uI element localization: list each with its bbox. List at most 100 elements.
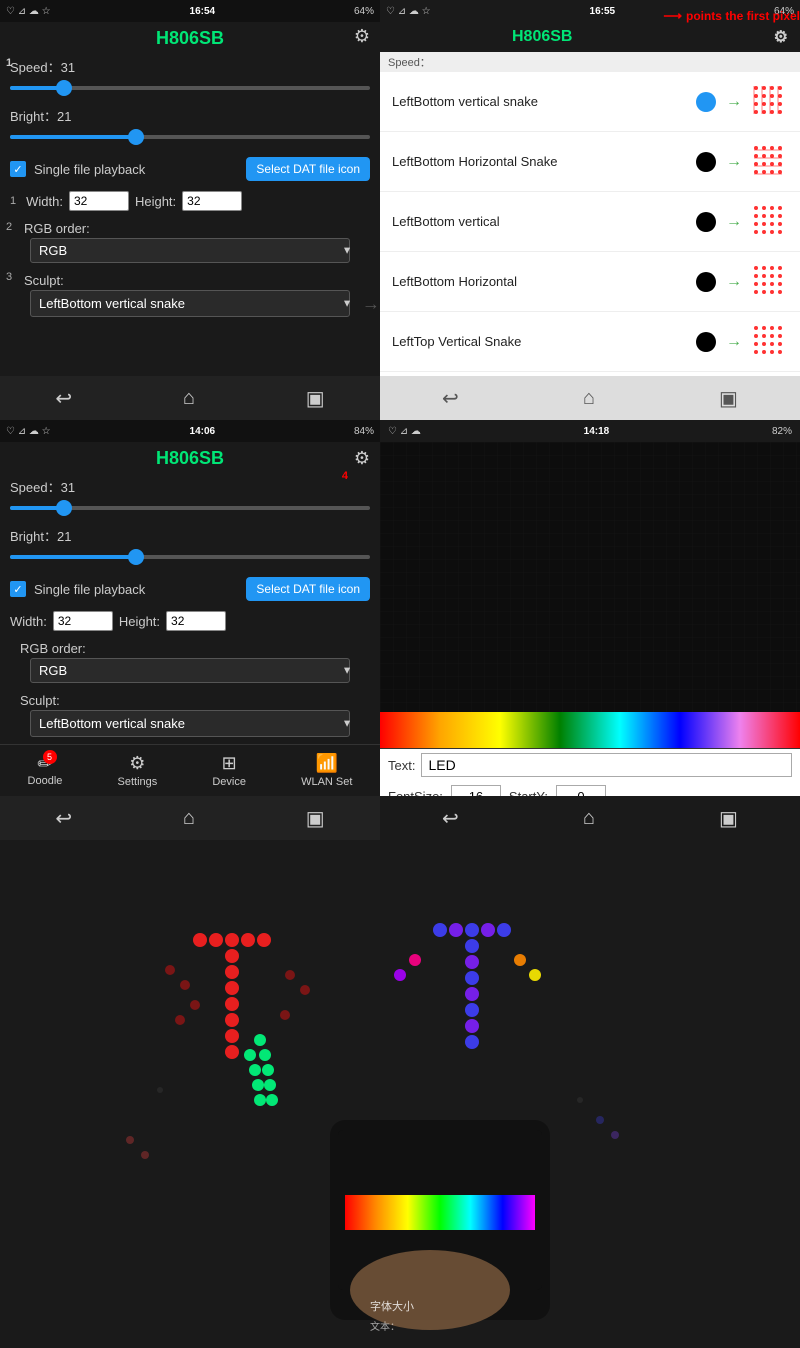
status-time-1: 16:54 bbox=[190, 6, 216, 17]
nav-bar-2: ↩ ⌂ ▣ bbox=[380, 376, 800, 420]
sculpt-label-3: Sculpt: bbox=[10, 687, 370, 710]
rgb-select[interactable]: RGB RBG GRB GBR BRG BGR bbox=[30, 238, 350, 263]
dropdown-item-label: LeftBottom vertical bbox=[392, 214, 686, 229]
back-icon-2[interactable]: ↩ bbox=[442, 386, 459, 411]
recents-icon-1[interactable]: ▣ bbox=[306, 386, 325, 411]
bright-label-3: Bright：21 bbox=[0, 522, 380, 547]
status-bar-4: ♡ ⊿ ☁ 14:18 82% bbox=[380, 420, 800, 442]
settings-toolbar-item[interactable]: ⚙ Settings bbox=[118, 753, 158, 788]
device-label: Device bbox=[212, 776, 246, 788]
bottom-toolbar: ✏ 5 Doodle ⚙ Settings ⊞ Device 📶 WLAN Se… bbox=[0, 744, 380, 796]
wlan-toolbar-item[interactable]: 📶 WLAN Set bbox=[301, 753, 352, 788]
home-icon-4[interactable]: ⌂ bbox=[583, 807, 595, 830]
bright-thumb-3[interactable] bbox=[128, 549, 144, 565]
pattern-icon bbox=[748, 140, 788, 183]
radio-button[interactable] bbox=[696, 272, 716, 292]
height-input[interactable] bbox=[182, 191, 242, 211]
width-input[interactable] bbox=[69, 191, 129, 211]
back-icon-4[interactable]: ↩ bbox=[442, 806, 459, 831]
label-num-1: 1 bbox=[10, 195, 16, 207]
sculpt-select-3[interactable]: LeftBottom vertical snake bbox=[30, 710, 350, 737]
back-icon-1[interactable]: ↩ bbox=[55, 386, 72, 411]
dropdown-list-item[interactable]: LeftBottom vertical snake→ bbox=[380, 72, 800, 132]
status-bar-3: ♡ ⊿ ☁ ☆ 14:06 84% bbox=[0, 420, 380, 442]
led-matrix-svg: 字体大小 文本： bbox=[0, 840, 800, 1348]
select-dat-button[interactable]: Select DAT file icon bbox=[246, 157, 370, 181]
select-dat-button-3[interactable]: Select DAT file icon bbox=[246, 577, 370, 601]
speed-track[interactable] bbox=[10, 86, 370, 90]
bright-track[interactable] bbox=[10, 135, 370, 139]
pattern-icon bbox=[748, 320, 788, 363]
doodle-label: Doodle bbox=[28, 775, 63, 787]
pattern-icon bbox=[748, 80, 788, 123]
recents-icon-4[interactable]: ▣ bbox=[719, 806, 738, 831]
pattern-icon bbox=[748, 200, 788, 243]
label-1: 1 bbox=[6, 57, 12, 69]
home-icon-2[interactable]: ⌂ bbox=[583, 387, 595, 410]
recents-icon-3[interactable]: ▣ bbox=[306, 806, 325, 831]
radio-button[interactable] bbox=[696, 152, 716, 172]
battery-3: 84% bbox=[354, 426, 374, 437]
recents-icon-2[interactable]: ▣ bbox=[719, 386, 738, 411]
pattern-icon bbox=[748, 260, 788, 303]
dropdown-item-label: LeftBottom Horizontal bbox=[392, 274, 686, 289]
dropdown-item-label: LeftBottom Horizontal Snake bbox=[392, 154, 686, 169]
radio-button[interactable] bbox=[696, 212, 716, 232]
dropdown-list-item[interactable]: LeftBottom Horizontal→ bbox=[380, 252, 800, 312]
single-file-label: Single file playback bbox=[34, 162, 145, 177]
bright-slider-container bbox=[0, 127, 380, 151]
status-icons-1: ♡ ⊿ ☁ ☆ bbox=[6, 6, 51, 17]
radio-button[interactable] bbox=[696, 92, 716, 112]
single-file-label-3: Single file playback bbox=[34, 582, 145, 597]
home-icon-3[interactable]: ⌂ bbox=[183, 807, 195, 830]
gear-icon-2[interactable]: ⚙ bbox=[774, 27, 788, 47]
speed-thumb-3[interactable] bbox=[56, 500, 72, 516]
bright-thumb[interactable] bbox=[128, 129, 144, 145]
single-file-checkbox[interactable]: ✓ bbox=[10, 161, 26, 177]
home-icon-1[interactable]: ⌂ bbox=[183, 387, 195, 410]
bright-label: Bright：21 bbox=[0, 102, 380, 127]
dropdown-title: H806SB bbox=[512, 28, 572, 46]
nav-bar-3: ↩ ⌂ ▣ bbox=[0, 796, 380, 840]
status-time-3: 14:06 bbox=[190, 426, 216, 437]
dropdown-list: LeftBottom vertical snake→LeftBottom Hor… bbox=[380, 72, 800, 420]
rgb-order-label: RGB order: bbox=[10, 217, 370, 238]
gear-icon-3[interactable]: ⚙ bbox=[354, 448, 370, 469]
bright-track-3[interactable] bbox=[10, 555, 370, 559]
label-4: 4 bbox=[342, 470, 348, 482]
height-input-3[interactable] bbox=[166, 611, 226, 631]
width-input-3[interactable] bbox=[53, 611, 113, 631]
green-arrow-icon: → bbox=[726, 213, 742, 231]
rgb-select-3[interactable]: RGB bbox=[30, 658, 350, 683]
svg-text:字体大小: 字体大小 bbox=[370, 1299, 414, 1313]
back-icon-3[interactable]: ↩ bbox=[55, 806, 72, 831]
single-file-checkbox-3[interactable]: ✓ bbox=[10, 581, 26, 597]
text-input[interactable] bbox=[421, 753, 792, 777]
device-toolbar-item[interactable]: ⊞ Device bbox=[212, 753, 246, 788]
sculpt-select[interactable]: LeftBottom vertical snake LeftBottom Hor… bbox=[30, 290, 350, 317]
wlan-icon: 📶 bbox=[316, 753, 338, 774]
width-label: Width: bbox=[26, 194, 63, 209]
dropdown-list-item[interactable]: LeftBottom vertical → bbox=[380, 192, 800, 252]
sculpt-right-arrow-icon: → bbox=[362, 293, 380, 314]
height-label-3: Height: bbox=[119, 614, 160, 629]
speed-track-3[interactable] bbox=[10, 506, 370, 510]
led-canvas[interactable] bbox=[380, 442, 800, 712]
color-bar[interactable] bbox=[380, 712, 800, 748]
led-photo: 字体大小 文本： bbox=[0, 840, 800, 1348]
speed-label-2: Speed： bbox=[380, 52, 800, 72]
doodle-toolbar-item[interactable]: ✏ 5 Doodle bbox=[28, 754, 63, 787]
bright-fill-3 bbox=[10, 555, 136, 559]
dropdown-list-item[interactable]: LeftTop Vertical Snake→ bbox=[380, 312, 800, 372]
dropdown-list-item[interactable]: LeftBottom Horizontal Snake→ bbox=[380, 132, 800, 192]
panel-1: ♡ ⊿ ☁ ☆ 16:54 64% H806SB ⚙ 1 Speed：31 Br… bbox=[0, 0, 380, 420]
status-icons-2: ♡ ⊿ ☁ ☆ bbox=[386, 6, 431, 17]
speed-thumb[interactable] bbox=[56, 80, 72, 96]
speed-slider-container bbox=[0, 78, 380, 102]
gear-icon-1[interactable]: ⚙ bbox=[354, 26, 370, 47]
battery-1: 64% bbox=[354, 6, 374, 17]
green-arrow-icon: → bbox=[726, 333, 742, 351]
green-arrow-icon: → bbox=[726, 93, 742, 111]
panel-4: ♡ ⊿ ☁ 14:18 82% Text: FontSize: bbox=[380, 420, 800, 840]
radio-button[interactable] bbox=[696, 332, 716, 352]
